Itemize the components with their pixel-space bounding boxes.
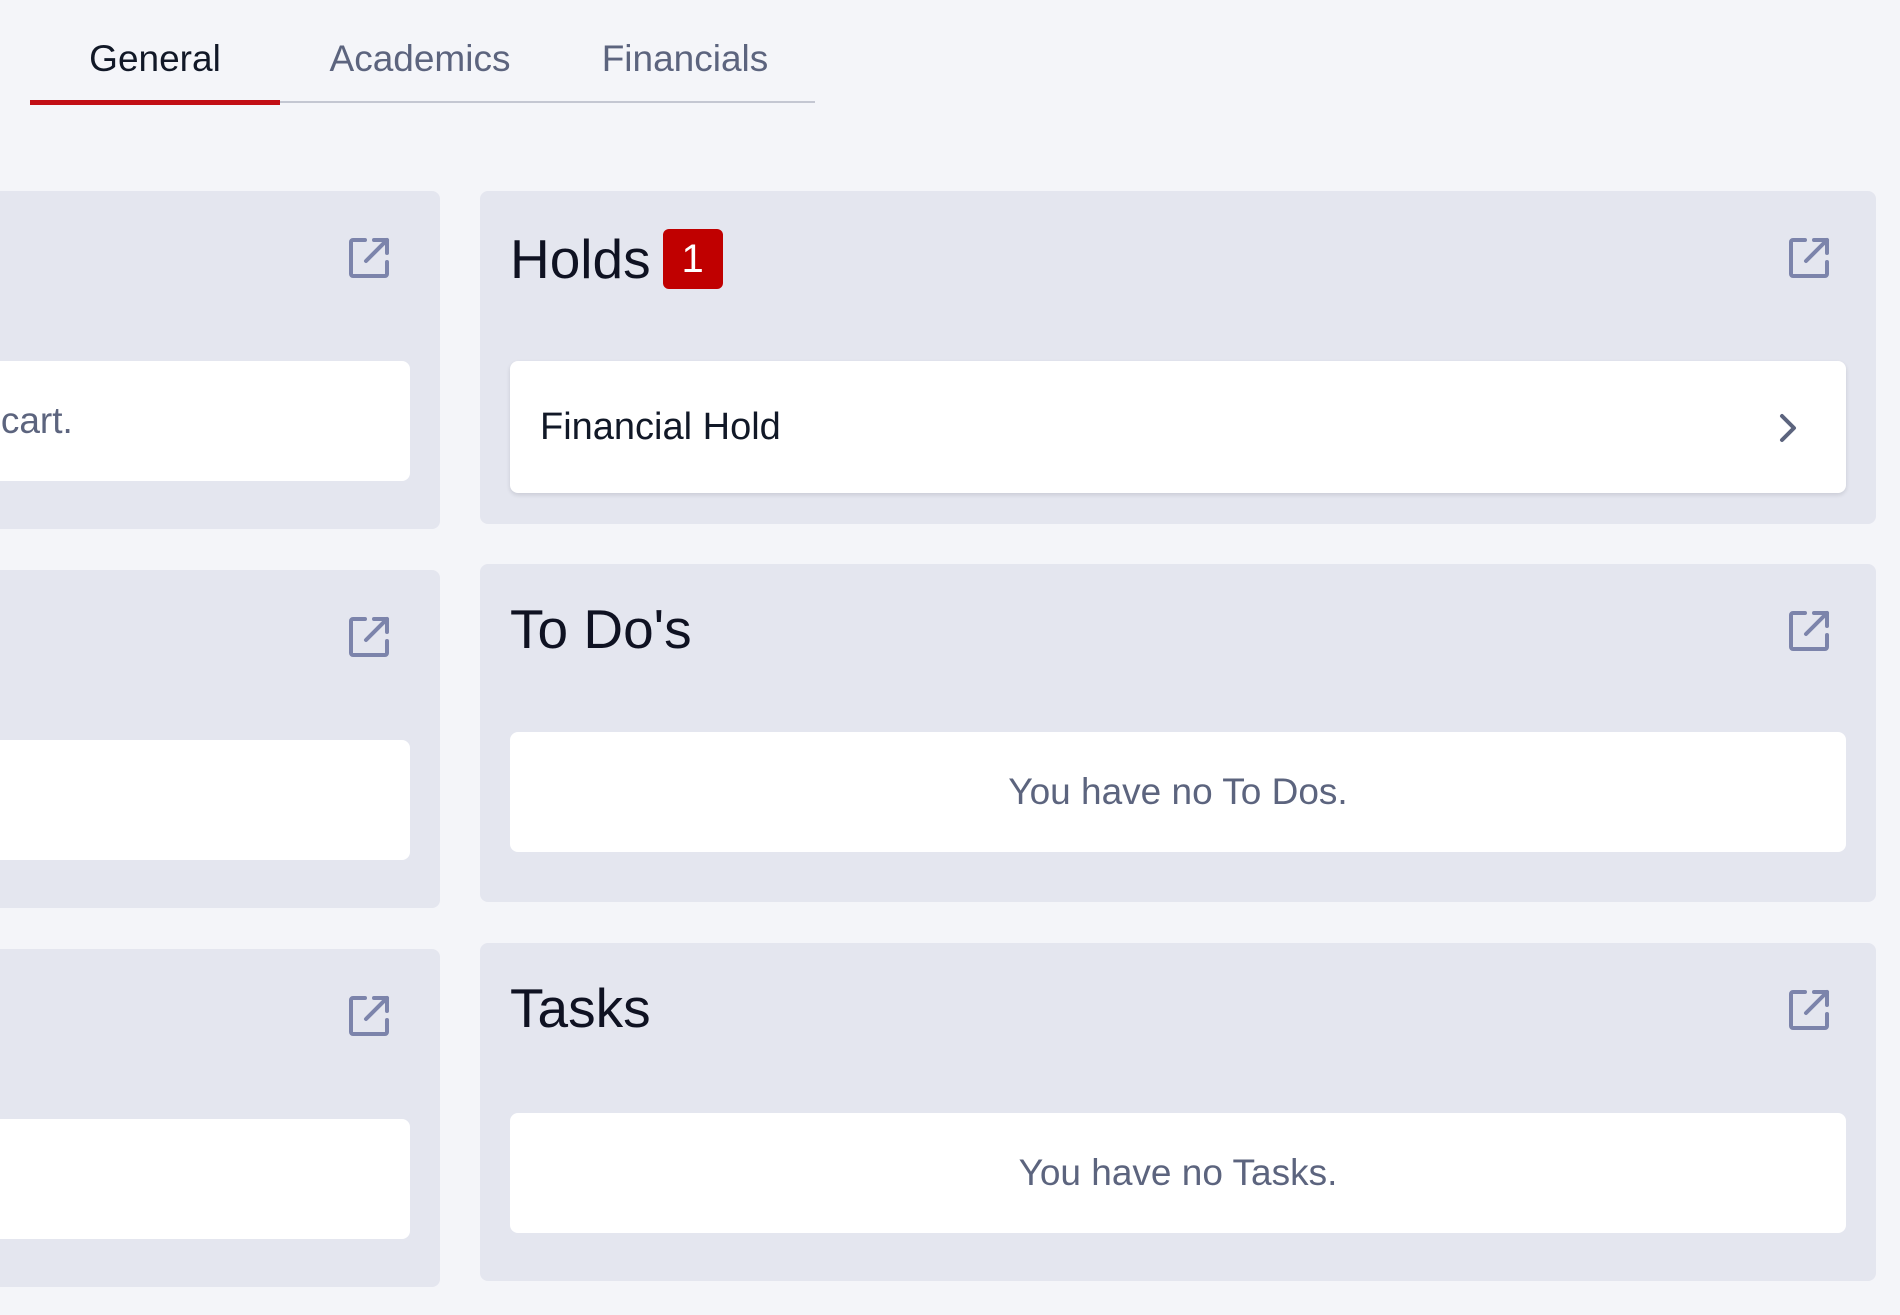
tasks-title-text: Tasks <box>510 977 651 1039</box>
open-in-new-icon[interactable] <box>346 993 392 1039</box>
todos-title: To Do's <box>510 602 692 657</box>
hold-item-label: Financial Hold <box>540 406 781 448</box>
open-in-new-icon[interactable] <box>346 235 392 281</box>
todos-body: You have no To Dos. <box>510 732 1846 852</box>
holds-count-badge: 1 <box>662 229 723 289</box>
left-card-1-body: g cart. <box>0 361 410 481</box>
open-in-new-icon[interactable] <box>1786 987 1832 1033</box>
todos-title-text: To Do's <box>510 598 692 660</box>
holds-title-text: Holds <box>510 227 651 290</box>
tab-academics[interactable]: Academics <box>300 0 540 103</box>
tasks-title: Tasks <box>510 981 651 1036</box>
open-in-new-icon[interactable] <box>1786 608 1832 654</box>
left-card-3-body <box>0 1119 410 1239</box>
tasks-card: Tasks You have no Tasks. <box>480 943 1876 1281</box>
tasks-empty-text: You have no Tasks. <box>1018 1152 1338 1193</box>
hold-item-financial[interactable]: Financial Hold <box>510 361 1846 493</box>
tab-bar: General Academics Financials <box>30 0 815 105</box>
open-in-new-icon[interactable] <box>1786 235 1832 281</box>
left-card-2-body: . <box>0 740 410 860</box>
tab-general[interactable]: General <box>30 0 280 105</box>
todos-card: To Do's You have no To Dos. <box>480 564 1876 902</box>
chevron-right-icon <box>1772 411 1802 445</box>
tab-financials[interactable]: Financials <box>570 0 800 103</box>
left-card-1-text: g cart. <box>0 400 73 441</box>
todos-empty-text: You have no To Dos. <box>1008 771 1348 812</box>
open-in-new-icon[interactable] <box>346 614 392 660</box>
tasks-body: You have no Tasks. <box>510 1113 1846 1233</box>
holds-title: Holds 1 <box>510 229 723 289</box>
holds-card: Holds 1 Financial Hold <box>480 191 1876 524</box>
left-card-1: g cart. <box>0 191 440 529</box>
left-card-3 <box>0 949 440 1287</box>
left-card-2: . <box>0 570 440 908</box>
